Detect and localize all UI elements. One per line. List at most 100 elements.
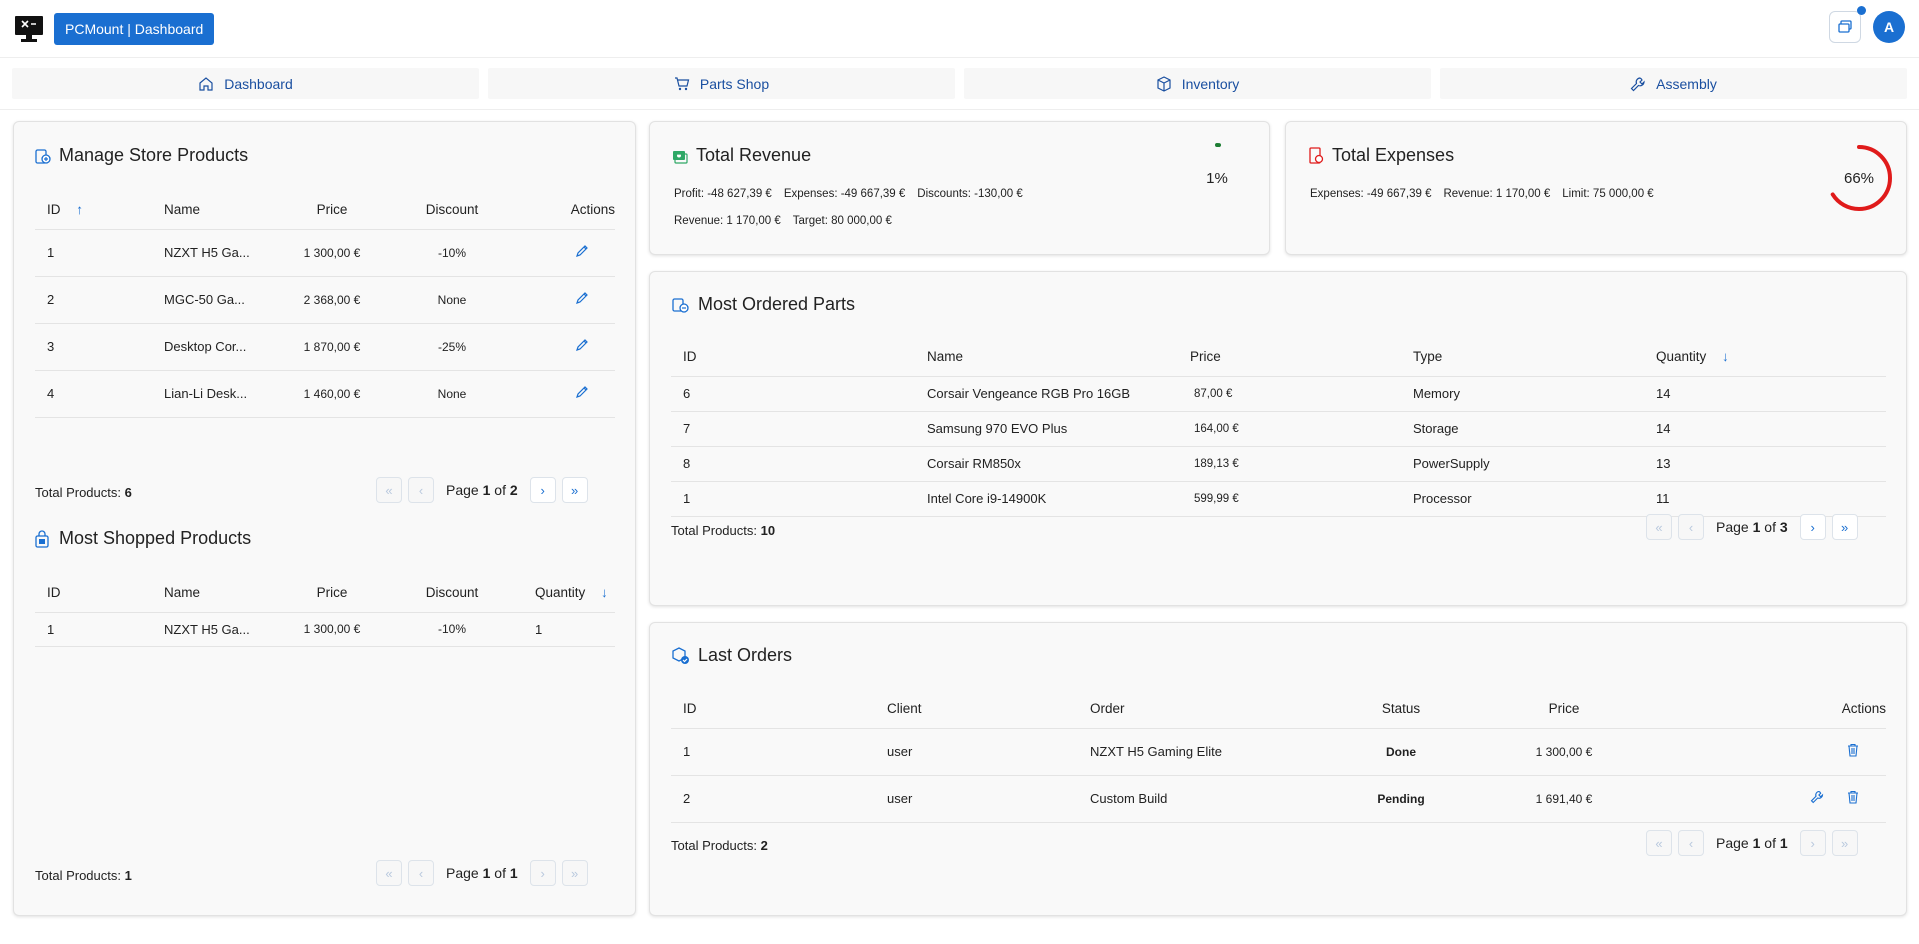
nav-assembly[interactable]: Assembly (1440, 68, 1907, 99)
brand-title[interactable]: PCMount | Dashboard (54, 12, 215, 45)
cell-id: 2 (671, 774, 875, 822)
col-header-type[interactable]: Type (1401, 338, 1644, 376)
col-header-price[interactable]: Price (277, 574, 387, 612)
cell-price: 1 300,00 € (277, 611, 387, 646)
first-page-button[interactable]: « (1646, 830, 1672, 856)
cell-client: user (875, 774, 1078, 822)
cell-client: user (875, 727, 1078, 775)
table-row: 3 Desktop Cor... 1 870,00 € -25% (35, 322, 615, 370)
nav-parts-shop[interactable]: Parts Shop (488, 68, 955, 99)
discounts-stat: Discounts: -130,00 € (917, 188, 1023, 200)
prev-page-button[interactable]: ‹ (1678, 514, 1704, 540)
manage-store-table: ID ↑ Name Price Discount Actions 1 NZXT … (35, 191, 615, 418)
col-header-quantity[interactable]: Quantity ↓ (1644, 338, 1886, 376)
col-header-price[interactable]: Price (1479, 690, 1649, 728)
manage-store-pager: « ‹ Page 1 of 2 › » (376, 477, 588, 503)
col-header-price[interactable]: Price (277, 191, 387, 229)
page-indicator: Page 1 of 2 (446, 482, 518, 498)
card-title-text: Total Expenses (1332, 145, 1455, 165)
edit-pencil-icon[interactable] (575, 338, 589, 352)
cell-name: MGC-50 Ga... (152, 275, 277, 323)
limit-stat: Limit: 75 000,00 € (1562, 188, 1654, 200)
card-title-text: Most Shopped Products (59, 528, 252, 548)
table-row: 1 user NZXT H5 Gaming Elite Done 1 300,0… (671, 727, 1886, 775)
last-orders-table: ID Client Order Status Price Actions 1 u… (671, 690, 1886, 823)
cell-price: 1 691,40 € (1479, 774, 1649, 822)
cell-type: PowerSupply (1401, 445, 1644, 481)
edit-pencil-icon[interactable] (575, 244, 589, 258)
col-header-discount[interactable]: Discount (387, 574, 517, 612)
next-page-button[interactable]: › (529, 477, 556, 503)
first-page-button[interactable]: « (376, 860, 402, 886)
cart-button[interactable] (1829, 6, 1866, 43)
edit-pencil-icon[interactable] (575, 385, 589, 399)
cell-actions (517, 275, 615, 323)
shopping-bag-icon (35, 529, 49, 548)
most-ordered-total: Total Products: 10 (671, 523, 776, 538)
col-header-price[interactable]: Price (1182, 338, 1401, 376)
cell-name: Intel Core i9-14900K (915, 480, 1182, 516)
store-products-icon (35, 148, 51, 164)
monitor-logo-icon (14, 14, 44, 44)
prev-page-button[interactable]: ‹ (1678, 830, 1704, 856)
col-header-order[interactable]: Order (1078, 690, 1323, 728)
total-expenses-card: Total Expenses Expenses: -49 667,39 € Rev… (1285, 121, 1907, 255)
trash-icon[interactable] (1846, 743, 1860, 757)
trash-icon[interactable] (1846, 790, 1860, 804)
col-header-quantity[interactable]: Quantity ↓ (517, 574, 615, 612)
col-header-name[interactable]: Name (152, 191, 277, 229)
last-page-button[interactable]: » (1831, 514, 1858, 540)
revenue-title: Total Revenue (672, 145, 811, 166)
nav-dashboard[interactable]: Dashboard (12, 68, 479, 99)
total-revenue-card: Total Revenue Profit: -48 627,39 € Expens… (649, 121, 1270, 255)
nav-inventory[interactable]: Inventory (964, 68, 1431, 99)
next-page-button[interactable]: › (1799, 514, 1826, 540)
store-products-card: Manage Store Products ID ↑ Name Price Di… (13, 121, 636, 916)
sort-down-icon[interactable]: ↓ (601, 585, 608, 600)
first-page-button[interactable]: « (376, 477, 402, 503)
prev-page-button[interactable]: ‹ (408, 477, 434, 503)
cell-id: 4 (35, 369, 152, 417)
col-header-discount[interactable]: Discount (387, 191, 517, 229)
page-indicator: Page 1 of 3 (1716, 519, 1788, 535)
col-header-status[interactable]: Status (1323, 690, 1479, 728)
col-header-name[interactable]: Name (152, 574, 277, 612)
last-page-button[interactable]: » (1831, 830, 1858, 856)
edit-pencil-icon[interactable] (575, 291, 589, 305)
col-header-client[interactable]: Client (875, 690, 1078, 728)
cell-price: 1 870,00 € (277, 322, 387, 370)
col-header-id[interactable]: ID ↑ (35, 191, 152, 229)
cell-actions (1649, 727, 1886, 775)
next-page-button[interactable]: › (529, 860, 556, 886)
most-ordered-table: ID Name Price Type Quantity ↓ 6 Corsair … (671, 338, 1886, 517)
prev-page-button[interactable]: ‹ (408, 860, 434, 886)
sort-up-icon[interactable]: ↑ (76, 202, 83, 217)
orders-box-icon (672, 646, 689, 664)
last-page-button[interactable]: » (561, 860, 588, 886)
top-bar: PCMount | Dashboard A (0, 0, 1919, 58)
nav-label: Inventory (1181, 75, 1240, 92)
revenue-stat: Revenue: 1 170,00 € (674, 215, 781, 227)
cell-quantity: 13 (1644, 445, 1886, 481)
revenue-stat: Revenue: 1 170,00 € (1443, 188, 1551, 200)
cell-quantity: 1 (517, 611, 615, 646)
wrench-icon[interactable] (1810, 790, 1824, 804)
cell-quantity: 14 (1644, 375, 1886, 411)
cell-discount: None (387, 369, 517, 417)
page-indicator: Page 1 of 1 (1716, 835, 1788, 851)
money-icon (673, 150, 688, 164)
cell-name: Lian-Li Desk... (152, 369, 277, 417)
col-header-id[interactable]: ID (671, 690, 875, 728)
first-page-button[interactable]: « (1646, 514, 1672, 540)
last-page-button[interactable]: » (561, 477, 588, 503)
next-page-button[interactable]: › (1799, 830, 1826, 856)
revenue-percent: 1% (1206, 169, 1228, 187)
revenue-stats-row1: Profit: -48 627,39 € Expenses: -49 667,39… (674, 188, 1035, 200)
sort-down-icon[interactable]: ↓ (1722, 349, 1729, 364)
col-header-id[interactable]: ID (35, 574, 152, 612)
avatar[interactable]: A (1873, 11, 1905, 43)
col-header-name[interactable]: Name (915, 338, 1182, 376)
manage-store-title: Manage Store Products (35, 145, 248, 166)
box-icon (1157, 75, 1171, 92)
col-header-id[interactable]: ID (671, 338, 915, 376)
